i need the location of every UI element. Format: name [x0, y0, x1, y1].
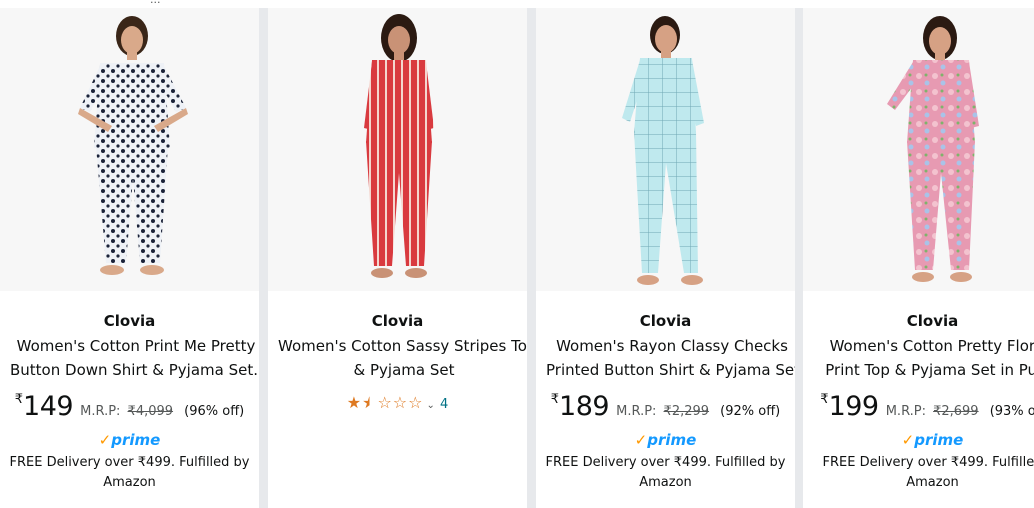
header-partial-text: ...	[150, 0, 161, 6]
product-card[interactable]: Clovia Women's Cotton Pretty Floral Prin…	[803, 8, 1034, 508]
price-value: 189	[559, 391, 610, 422]
product-title[interactable]: Women's Cotton Print Me Pretty Button Do…	[10, 334, 259, 382]
product-image[interactable]	[268, 8, 527, 291]
price-row: ₹149 M.R.P: ₹4,099 (96% off)	[0, 391, 259, 422]
delivery-info: FREE Delivery over ₹499. Fulfilled by Am…	[0, 453, 259, 493]
delivery-info: FREE Delivery over ₹499. Fulfilled by Am…	[536, 453, 795, 493]
delivery-line: Amazon	[103, 475, 156, 490]
price-row: ₹189 M.R.P: ₹2,299 (92% off)	[536, 391, 795, 422]
delivery-info: FREE Delivery over ₹499. Fulfilled Amazo…	[803, 453, 1034, 493]
product-card[interactable]: Clovia Women's Rayon Classy Checks Print…	[536, 8, 795, 508]
product-title-line[interactable]: Women's Cotton Print Me Pretty	[10, 334, 259, 358]
delivery-line: FREE Delivery over ₹499. Fulfilled by	[9, 455, 250, 470]
product-title-line[interactable]: Button Down Shirt & Pyjama Set..	[10, 358, 259, 382]
discount-text: (93% off	[989, 404, 1034, 419]
mrp-value: ₹4,099	[127, 404, 174, 419]
product-brand[interactable]: Clovia	[803, 311, 1034, 331]
delivery-line: FREE Delivery over ₹499. Fulfilled by	[545, 455, 786, 470]
prime-badge: ✓prime	[0, 431, 259, 449]
product-image[interactable]	[0, 8, 259, 291]
mrp-label: M.R.P:	[885, 404, 926, 419]
prime-check-icon: ✓	[98, 431, 112, 449]
product-title-line[interactable]: & Pyjama Set	[278, 358, 527, 382]
delivery-line: Amazon	[906, 475, 959, 490]
prime-label: prime	[914, 431, 964, 449]
delivery-line: Amazon	[639, 475, 692, 490]
prime-badge: ✓prime	[803, 431, 1034, 449]
product-title-line[interactable]: Printed Button Shirt & Pyjama Set	[546, 358, 795, 382]
currency-symbol: ₹	[820, 392, 829, 407]
rating-row[interactable]: ★★☆☆☆ ⌄ 4	[268, 393, 527, 412]
product-title[interactable]: Women's Cotton Sassy Stripes Top & Pyjam…	[278, 334, 527, 382]
woman-polka-dot-pyjama-icon	[78, 16, 188, 275]
discount-text: (96% off)	[184, 404, 245, 419]
product-brand[interactable]: Clovia	[268, 311, 527, 331]
mrp-label: M.R.P:	[80, 404, 121, 419]
product-image[interactable]	[536, 8, 795, 291]
product-title[interactable]: Women's Cotton Pretty Floral Print Top &…	[813, 334, 1034, 382]
star-rating[interactable]: ★★☆☆☆	[347, 393, 424, 412]
chevron-down-icon[interactable]: ⌄	[426, 400, 434, 411]
currency-symbol: ₹	[550, 392, 560, 407]
product-title-line[interactable]: Women's Cotton Sassy Stripes Top	[278, 334, 527, 358]
price-value: 149	[23, 391, 74, 422]
prime-label: prime	[111, 431, 161, 449]
product-brand[interactable]: Clovia	[0, 311, 259, 331]
product-card[interactable]: Clovia Women's Cotton Print Me Pretty Bu…	[0, 8, 259, 508]
rating-count[interactable]: 4	[440, 397, 448, 412]
discount-text: (92% off)	[720, 404, 781, 419]
product-title-line[interactable]: Women's Rayon Classy Checks	[546, 334, 795, 358]
prime-badge: ✓prime	[536, 431, 795, 449]
woman-checked-pyjama-icon	[622, 16, 704, 285]
currency-symbol: ₹	[14, 392, 24, 407]
prime-check-icon: ✓	[634, 431, 648, 449]
product-card[interactable]: Clovia Women's Cotton Sassy Stripes Top …	[268, 8, 527, 508]
woman-floral-pyjama-icon	[887, 16, 979, 282]
product-brand[interactable]: Clovia	[536, 311, 795, 331]
mrp-label: M.R.P:	[616, 404, 657, 419]
product-title-line[interactable]: Women's Cotton Pretty Floral	[813, 334, 1034, 358]
product-title-line[interactable]: Print Top & Pyjama Set in Purp	[813, 358, 1034, 382]
woman-striped-pyjama-icon	[364, 14, 434, 278]
mrp-value: ₹2,299	[663, 404, 710, 419]
price-value: 199	[828, 391, 880, 422]
prime-check-icon: ✓	[901, 431, 915, 449]
mrp-value: ₹2,699	[933, 404, 979, 419]
product-title[interactable]: Women's Rayon Classy Checks Printed Butt…	[546, 334, 795, 382]
prime-label: prime	[647, 431, 697, 449]
delivery-line: FREE Delivery over ₹499. Fulfilled	[822, 455, 1034, 470]
product-image[interactable]	[803, 8, 1034, 291]
price-row: ₹199 M.R.P: ₹2,699 (93% off	[803, 391, 1034, 422]
